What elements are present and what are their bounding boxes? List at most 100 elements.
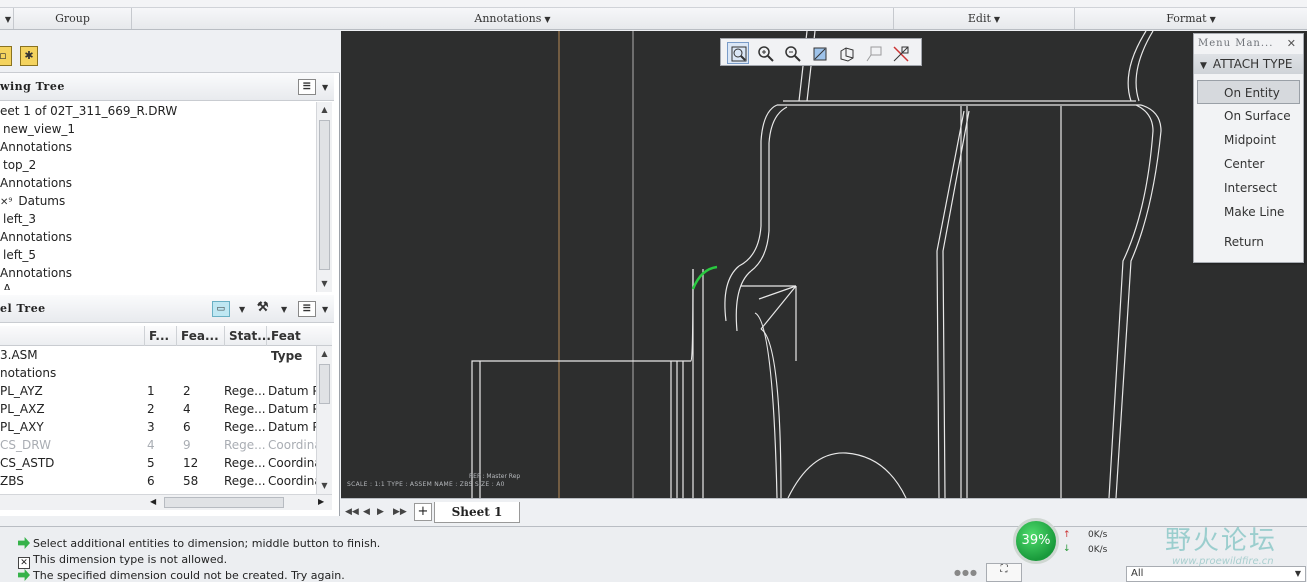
model-tree-scrollbar[interactable]: ▲ ▼ [316,346,332,494]
graphics-window[interactable]: REP : Master Rep SCALE : 1:1 TYPE : ASSE… [341,31,1307,498]
tree-item[interactable]: eet 1 of 02T_311_669_R.DRW [0,102,318,120]
first-sheet-icon[interactable]: ◀◀ [345,507,359,517]
ribbon-group-bar: ▼ Group Annotations ▼ Edit ▼ Format ▼ [0,8,1307,30]
group-label-group[interactable]: Group [14,8,132,29]
table-row[interactable]: PL_AXZ 2 4 Rege... Datum P [0,400,330,418]
zoom-out-icon[interactable] [781,42,803,64]
add-sheet-button[interactable]: + [414,503,432,521]
folder-icon[interactable]: ▫ [0,46,12,66]
hscroll-thumb[interactable] [164,497,284,508]
tree-item[interactable]: Annotations [0,228,318,246]
tree-item[interactable]: Annotations [0,264,318,282]
scale-label: SCALE : 1:1 TYPE : ASSEM NAME : ZBS SIZE… [347,481,505,488]
scroll-up-icon[interactable]: ▲ [317,102,332,118]
tree-settings-icon[interactable]: ☰ [298,301,316,317]
menu-item-return[interactable]: Return [1194,230,1303,254]
tree-item[interactable]: left_3 [0,210,318,228]
download-arrow-icon: ↓ [1063,544,1071,554]
chevron-down-icon[interactable]: ▼ [281,295,288,323]
group-label-edit[interactable]: Edit ▼ [894,8,1075,29]
table-row[interactable]: 3.ASM [0,346,330,364]
drawing-tree-scrollbar[interactable]: ▲ ▼ [316,102,332,292]
last-sheet-icon[interactable]: ▶▶ [393,507,407,517]
scroll-thumb[interactable] [319,364,330,404]
table-cell: 3 [147,420,155,434]
annotation-display-icon[interactable] [862,42,884,64]
group-collapse[interactable]: ▼ [0,8,14,29]
watermark-logo: 野火论坛 [1165,526,1278,556]
next-sheet-icon[interactable]: ▶ [377,507,384,517]
tree-settings-icon[interactable]: ☰ [298,79,316,95]
group-label-format[interactable]: Format ▼ [1075,8,1307,29]
refit-icon[interactable] [727,42,749,64]
chevron-down-icon[interactable]: ▼ [322,295,329,323]
repaint-icon[interactable] [808,42,830,64]
collapse-triangle-icon: ▼ [1200,61,1207,71]
upload-speed: 0K/s [1088,530,1108,540]
table-row[interactable]: PL_AXY 3 6 Rege... Datum P [0,418,330,436]
zoom-in-icon[interactable] [754,42,776,64]
sheet-tab[interactable]: Sheet 1 [434,502,520,523]
menu-item-midpoint[interactable]: Midpoint [1194,128,1303,152]
group-label-annotations[interactable]: Annotations ▼ [132,8,894,29]
column-header[interactable]: Feat Type [266,326,332,363]
scroll-left-icon[interactable]: ◀ [150,497,156,506]
model-tree-hscroll[interactable]: ◀ ▶ [0,494,332,510]
scroll-thumb[interactable] [319,120,330,270]
close-icon[interactable]: ✕ [1287,34,1297,54]
tools-icon[interactable]: ⚒ [254,301,272,317]
menu-item-on-surface[interactable]: On Surface [1194,104,1303,128]
table-row[interactable]: ZBS 6 58 Rege... Coordina [0,472,330,490]
table-cell: PL_AYZ [0,384,43,398]
table-row[interactable]: notations [0,364,330,382]
chevron-down-icon[interactable]: ▼ [322,73,329,101]
menu-manager: Menu Man... ✕ ▼ ATTACH TYPE On Entity On S… [1193,33,1304,263]
tree-item[interactable]: Annotations [0,174,318,192]
scroll-down-icon[interactable]: ▼ [317,276,332,292]
scroll-right-icon[interactable]: ▶ [318,497,324,506]
find-icon[interactable]: ⛶ [986,563,1022,582]
prev-sheet-icon[interactable]: ◀ [363,507,370,517]
tree-item[interactable]: A [0,282,318,290]
tree-item[interactable]: ✕⁹ Datums [0,192,318,210]
chevron-down-icon[interactable]: ▼ [1295,567,1301,581]
selection-filter[interactable]: All ▼ [1126,566,1306,582]
datum-display-icon[interactable] [889,42,911,64]
table-cell: 4 [147,438,155,452]
network-gauge[interactable]: 39% [1013,518,1059,564]
folder-star-icon[interactable]: ✱ [20,46,38,66]
navigator-icon-bar: ▫ ✱ [0,31,340,73]
menu-manager-title[interactable]: Menu Man... ✕ [1194,34,1303,54]
table-row[interactable]: CS_DRW 4 9 Rege... Coordina [0,436,330,454]
drawing-tree: eet 1 of 02T_311_669_R.DRW new_view_1 An… [0,102,318,292]
view-toolbar [720,38,922,66]
tree-item[interactable]: top_2 [0,156,318,174]
attach-type-section[interactable]: ▼ ATTACH TYPE [1194,54,1303,74]
column-header[interactable]: Stat... [224,326,271,346]
table-cell: Coordina [268,438,318,452]
model-tree-title: el Tree [0,302,46,315]
chevron-down-icon[interactable]: ▼ [239,295,246,323]
sheet-bar: ◀◀ ◀ ▶ ▶▶ + Sheet 1 [341,498,1307,526]
column-header[interactable]: F... [144,326,176,346]
tree-item[interactable]: Annotations [0,138,318,156]
display-style-icon[interactable] [835,42,857,64]
table-cell: Rege... [224,456,266,470]
table-cell: Rege... [224,402,266,416]
tree-item[interactable]: left_5 [0,246,318,264]
model-tree-columns: F... Fea... Stat... Feat Type [0,326,332,363]
scroll-up-icon[interactable]: ▲ [317,346,332,362]
tree-item[interactable]: new_view_1 [0,120,318,138]
menu-item-on-entity[interactable]: On Entity [1197,80,1300,104]
table-row[interactable]: PL_AYZ 1 2 Rege... Datum P [0,382,330,400]
table-cell: Coordina [268,474,318,488]
menu-item-make-line[interactable]: Make Line [1194,200,1303,224]
selected-edge[interactable] [691,265,718,290]
column-header[interactable]: Fea... [176,326,224,346]
scroll-down-icon[interactable]: ▼ [317,478,332,494]
drawing-geometry[interactable] [341,31,1307,498]
show-icon[interactable]: ▭ [212,301,230,317]
menu-item-center[interactable]: Center [1194,152,1303,176]
menu-item-intersect[interactable]: Intersect [1194,176,1303,200]
table-row[interactable]: CS_ASTD 5 12 Rege... Coordina [0,454,330,472]
